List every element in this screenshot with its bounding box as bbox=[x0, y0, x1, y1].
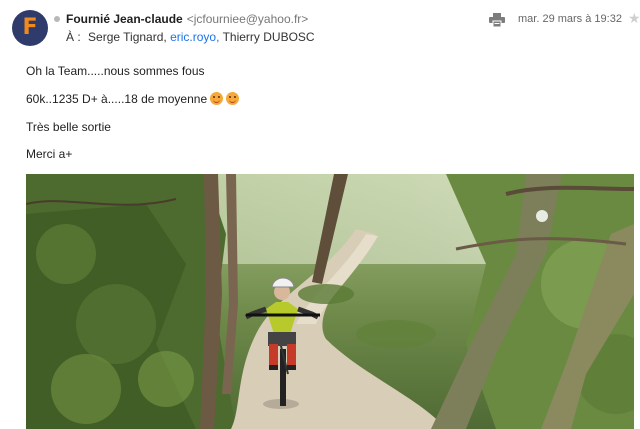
body-line-1: Oh la Team.....nous sommes fous bbox=[26, 64, 205, 78]
from-line: Fournié Jean-claude <jcfourniee@yahoo.fr> bbox=[66, 12, 308, 26]
body-line-3: Très belle sortie bbox=[26, 120, 111, 134]
email-date: mar. 29 mars à 19:32 bbox=[518, 13, 622, 25]
to-line: À : Serge Tignard, eric.royo, Thierry DU… bbox=[66, 30, 315, 44]
body-line-2-text: 60k..1235 D+ à.....18 de moyenne bbox=[26, 92, 208, 106]
sender-avatar[interactable]: F bbox=[12, 10, 48, 46]
avatar-letter: F bbox=[22, 15, 38, 40]
recipient-thierry-dubosc[interactable]: Thierry DUBOSC bbox=[223, 30, 315, 44]
to-label: À : bbox=[66, 30, 81, 44]
unread-dot-icon bbox=[54, 16, 60, 22]
email-header: F Fournié Jean-claude <jcfourniee@yahoo.f… bbox=[0, 0, 640, 52]
recipient-eric-royo[interactable]: eric.royo, bbox=[170, 30, 219, 44]
attached-photo-mountain-biker[interactable] bbox=[26, 174, 634, 429]
heart-eyes-emoji-icon bbox=[226, 92, 240, 105]
star-icon[interactable]: ★ bbox=[628, 11, 640, 25]
print-icon[interactable] bbox=[489, 13, 505, 27]
heart-eyes-emoji-icon bbox=[210, 92, 224, 105]
body-line-4: Merci a+ bbox=[26, 147, 73, 161]
sender-email[interactable]: <jcfourniee@yahoo.fr> bbox=[187, 12, 309, 26]
recipient-serge-tignard[interactable]: Serge Tignard, bbox=[88, 30, 167, 44]
body-line-2: 60k..1235 D+ à.....18 de moyenne bbox=[26, 92, 240, 106]
sender-name[interactable]: Fournié Jean-claude bbox=[66, 12, 183, 26]
